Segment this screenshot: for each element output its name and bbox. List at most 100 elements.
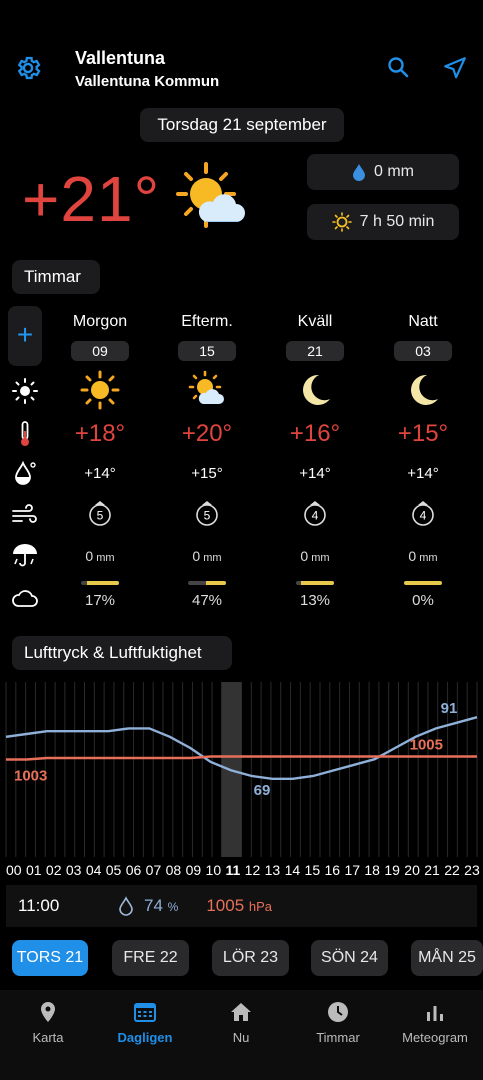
chart-hour-tick[interactable]: 23 <box>464 862 480 878</box>
chart-hour-tick[interactable]: 22 <box>444 862 460 878</box>
chart-hour-tick[interactable]: 12 <box>245 862 261 878</box>
navigation-arrow-icon[interactable] <box>442 55 468 81</box>
chart-hour-tick[interactable]: 06 <box>126 862 142 878</box>
moon-icon <box>411 374 438 405</box>
location-name: Vallentuna <box>75 48 166 68</box>
search-icon[interactable] <box>386 55 410 79</box>
chart-hour-tick[interactable]: 16 <box>324 862 340 878</box>
rain-unit: mm <box>308 552 330 564</box>
cloud-icon <box>12 590 38 607</box>
period-temperature: +20° <box>181 420 233 447</box>
calendar-icon <box>134 1003 156 1022</box>
wind-direction-icon: 5 <box>196 501 218 526</box>
sun-cloud-icon <box>176 162 245 228</box>
selected-time: 11:00 <box>18 896 60 915</box>
chart-hour-tick[interactable]: 20 <box>404 862 420 878</box>
period-hour: 03 <box>394 341 452 361</box>
period-cloud-cover: 47% <box>191 592 223 609</box>
period-temperature: +18° <box>74 420 126 447</box>
cloud-cover-fill <box>300 581 334 585</box>
day-name: MÅN <box>418 949 454 966</box>
period-hour: 09 <box>71 341 129 361</box>
cloud-cover-bar <box>404 581 442 585</box>
chart-hour-tick[interactable]: 18 <box>364 862 380 878</box>
selected-hour-info: 11:00 74 % 1005 hPa <box>6 885 477 927</box>
period-label: Morgon <box>72 313 128 330</box>
pressure-humidity-chart[interactable]: 91 69 1003 1005 <box>0 682 483 857</box>
home-icon <box>231 1003 251 1021</box>
day-button[interactable]: LÖR 23 <box>212 940 289 976</box>
day-button[interactable]: FRE 22 <box>112 940 189 976</box>
chart-hour-tick[interactable]: 17 <box>344 862 360 878</box>
chart-hour-tick[interactable]: 15 <box>305 862 321 878</box>
sunshine-summary: 7 h 50 min <box>307 204 459 240</box>
chart-hour-tick[interactable]: 13 <box>265 862 281 878</box>
chart-hour-tick[interactable]: 01 <box>26 862 42 878</box>
period-feels-like: +15° <box>191 465 223 482</box>
chart-hour-tick[interactable]: 03 <box>66 862 82 878</box>
chart-hour-tick[interactable]: 07 <box>146 862 162 878</box>
moon-icon <box>303 374 330 405</box>
day-number: 21 <box>60 949 84 966</box>
chart-hour-tick[interactable]: 04 <box>86 862 102 878</box>
wind-speed: 5 <box>97 509 104 523</box>
period-temperature: +16° <box>289 420 341 447</box>
chart-hour-tick[interactable]: 02 <box>46 862 62 878</box>
chart-hour-tick[interactable]: 09 <box>186 862 202 878</box>
day-name: FRE <box>123 949 156 966</box>
nav-dagligen[interactable]: Dagligen <box>100 1000 190 1045</box>
raindrop-icon <box>353 164 365 181</box>
wind-direction-icon: 4 <box>304 501 326 526</box>
clock-icon <box>328 1002 348 1022</box>
period-hour: 15 <box>178 341 236 361</box>
sun-cloud-icon <box>188 370 224 404</box>
chart-hour-axis: 00 01 02 03 04 05 06 07 08 09 10 11 12 13 14 15 16 17 18 19… <box>6 862 480 878</box>
period-label: Natt <box>408 313 438 330</box>
day-number: 22 <box>155 949 178 966</box>
section-title-pressure-humidity: Lufttryck & Luftfuktighet <box>12 636 232 670</box>
cloud-cover-fill <box>205 581 226 585</box>
humidity-min-label: 69 <box>254 782 271 799</box>
period-cloud-cover: 13% <box>299 592 331 609</box>
nav-label: Karta <box>32 1030 64 1045</box>
cloud-cover-bar <box>81 581 119 585</box>
chart-hour-tick[interactable]: 08 <box>166 862 182 878</box>
chart-hour-tick[interactable]: 00 <box>6 862 22 878</box>
chart-hour-tick[interactable]: 05 <box>106 862 122 878</box>
wind-icon <box>12 504 37 523</box>
day-button[interactable]: MÅN 25 <box>411 940 483 976</box>
pressure-start-label: 1003 <box>14 768 47 785</box>
period-rain: 0 mm <box>275 548 355 564</box>
day-number: 24 <box>355 949 378 966</box>
wind-direction-icon: 4 <box>412 501 434 526</box>
period-label: Efterm. <box>181 313 233 330</box>
section-title-hours[interactable]: Timmar <box>12 260 100 294</box>
day-button[interactable]: TORS 21 <box>12 940 88 976</box>
rain-unit: mm <box>416 552 438 564</box>
nav-timmar[interactable]: Timmar <box>293 1000 383 1045</box>
period-hour: 21 <box>286 341 344 361</box>
wind-speed: 4 <box>420 509 427 523</box>
day-number: 25 <box>453 949 476 966</box>
settings-gear-icon[interactable] <box>14 54 42 82</box>
chart-hour-tick[interactable]: 10 <box>206 862 222 878</box>
weather-row-icon <box>12 378 38 404</box>
cloud-cover-bar <box>188 581 226 585</box>
period-label: Kväll <box>297 313 333 330</box>
bar-chart-icon <box>427 1006 443 1021</box>
day-name: SÖN <box>321 949 356 966</box>
map-pin-icon <box>41 1002 55 1022</box>
date-label: Torsdag 21 september <box>140 108 344 142</box>
chart-hour-tick[interactable]: 19 <box>384 862 400 878</box>
day-button[interactable]: SÖN 24 <box>311 940 388 976</box>
wind-speed: 4 <box>312 509 319 523</box>
chart-hour-tick[interactable]: 14 <box>285 862 301 878</box>
chart-hour-tick[interactable]: 11 <box>225 862 240 878</box>
nav-karta[interactable]: Karta <box>3 1000 93 1045</box>
rain-amount: 0 mm <box>374 163 414 180</box>
add-button[interactable]: + <box>8 306 42 366</box>
chart-hour-tick[interactable]: 21 <box>424 862 440 878</box>
nav-nu[interactable]: Nu <box>196 1000 286 1045</box>
nav-meteogram[interactable]: Meteogram <box>390 1000 480 1045</box>
period-cloud-cover: 17% <box>84 592 116 609</box>
